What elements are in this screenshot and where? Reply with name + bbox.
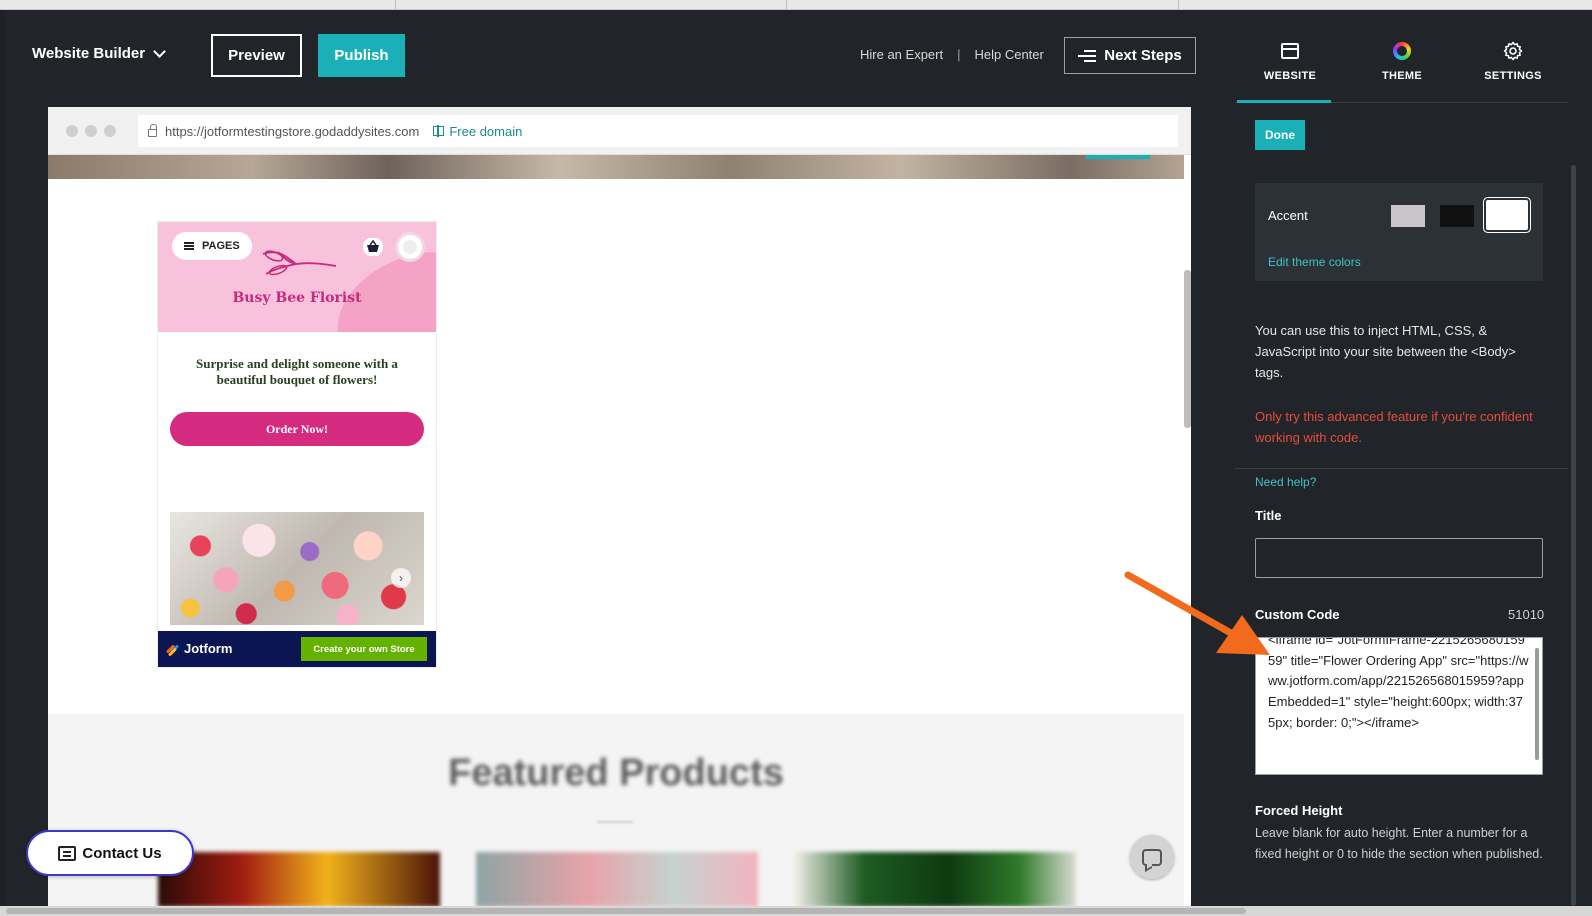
app-header: PAGES Busy Bee Florist xyxy=(158,222,436,332)
gift-icon xyxy=(433,125,445,137)
accent-swatch-white-selected[interactable] xyxy=(1484,198,1530,232)
browser-window-icon xyxy=(1281,43,1299,59)
jotform-footer-bar: Jotform Create your own Store xyxy=(158,631,436,667)
header-links: Hire an Expert | Help Center xyxy=(860,47,1044,62)
hero-image-strip xyxy=(48,155,1184,179)
pages-label: PAGES xyxy=(202,240,240,252)
create-store-button[interactable]: Create your own Store xyxy=(301,637,427,661)
tab-divider xyxy=(395,0,396,10)
website-builder-menu[interactable]: Website Builder xyxy=(32,44,166,62)
chat-icon xyxy=(1142,848,1162,866)
image-next-arrow[interactable]: › xyxy=(391,568,411,588)
annotation-arrow-icon xyxy=(1124,571,1270,655)
embedded-jotform-app[interactable]: PAGES Busy Bee Florist Surprise and deli… xyxy=(158,222,436,667)
tab-website[interactable]: WEBSITE xyxy=(1235,38,1345,82)
forced-height-help: Leave blank for auto height. Enter a num… xyxy=(1255,826,1543,861)
next-steps-button[interactable]: Next Steps xyxy=(1064,37,1196,74)
color-wheel-icon xyxy=(1393,42,1411,60)
url-field: https://jotformtestingstore.godaddysites… xyxy=(138,115,1178,147)
product-image[interactable] xyxy=(158,852,440,907)
accent-swatch-black[interactable] xyxy=(1440,205,1474,227)
contact-us-label: Contact Us xyxy=(82,844,162,862)
preview-scrollbar[interactable] xyxy=(1184,155,1191,907)
site-url: https://jotformtestingstore.godaddysites… xyxy=(165,123,420,139)
featured-products-heading: Featured Products xyxy=(448,752,784,794)
window-dots xyxy=(66,125,116,137)
custom-code-char-count: 51010 xyxy=(1508,607,1545,622)
tab-theme[interactable]: THEME xyxy=(1347,38,1457,82)
publish-button[interactable]: Publish xyxy=(318,34,405,77)
lock-icon xyxy=(148,124,157,137)
jotform-mark-icon xyxy=(165,643,180,657)
basket-icon[interactable] xyxy=(362,238,384,256)
preview-button[interactable]: Preview xyxy=(211,34,302,77)
custom-code-value: <iframe id="JotFormIFrame-22152656801595… xyxy=(1268,637,1529,730)
tab-settings-label: SETTINGS xyxy=(1484,70,1542,82)
jotform-logo: Jotform xyxy=(165,641,233,657)
flower-logo-icon xyxy=(262,250,337,276)
hamburger-icon xyxy=(184,242,194,250)
checklist-icon xyxy=(1078,49,1097,62)
heading-underline xyxy=(597,821,633,823)
jotform-label: Jotform xyxy=(184,641,233,656)
tab-divider xyxy=(786,0,787,10)
product-image[interactable] xyxy=(476,852,758,907)
tab-theme-label: THEME xyxy=(1382,70,1422,82)
chat-bubble-button[interactable] xyxy=(1130,835,1174,879)
custom-code-textarea[interactable]: <iframe id="JotFormIFrame-22152656801595… xyxy=(1255,637,1543,775)
app-tagline: Surprise and delight someone with a beau… xyxy=(196,356,398,387)
help-center-link[interactable]: Help Center xyxy=(974,47,1043,62)
tab-website-label: WEBSITE xyxy=(1263,70,1317,82)
hire-expert-link[interactable]: Hire an Expert xyxy=(860,47,943,62)
panel-tabs: WEBSITE THEME SETTINGS xyxy=(1235,10,1568,103)
advanced-warning: Only try this advanced feature if you're… xyxy=(1255,409,1533,445)
accent-color-picker: Accent Edit theme colors xyxy=(1255,183,1543,281)
free-domain-label: Free domain xyxy=(449,123,523,139)
section-divider xyxy=(1235,468,1568,469)
title-label: Title xyxy=(1255,508,1282,523)
need-help-link[interactable]: Need help? xyxy=(1255,475,1316,489)
free-domain-link[interactable]: Free domain xyxy=(433,124,522,139)
tab-divider xyxy=(1178,0,1179,10)
message-icon xyxy=(58,845,77,861)
bouquet-image: › xyxy=(170,512,424,625)
user-avatar-icon[interactable] xyxy=(395,232,425,262)
pages-menu-button[interactable]: PAGES xyxy=(172,232,252,260)
title-input[interactable] xyxy=(1255,538,1543,578)
chevron-down-icon xyxy=(153,44,166,58)
done-button[interactable]: Done xyxy=(1255,120,1305,150)
edit-theme-colors-link[interactable]: Edit theme colors xyxy=(1268,255,1361,269)
order-now-button[interactable]: Order Now! xyxy=(170,412,424,446)
accent-swatch-grey[interactable] xyxy=(1391,205,1425,227)
active-tab-indicator xyxy=(1237,100,1331,103)
site-preview-frame: https://jotformtestingstore.godaddysites… xyxy=(48,107,1191,907)
app-title: Busy Bee Florist xyxy=(232,290,362,306)
preview-url-bar: https://jotformtestingstore.godaddysites… xyxy=(48,107,1191,155)
horizontal-scrollbar[interactable] xyxy=(0,906,1592,916)
next-steps-label: Next Steps xyxy=(1104,47,1182,64)
gear-icon xyxy=(1503,41,1523,61)
accent-label: Accent xyxy=(1268,208,1308,223)
panel-scrollbar[interactable] xyxy=(1568,10,1592,906)
textarea-scrollbar[interactable] xyxy=(1535,648,1539,760)
product-image[interactable] xyxy=(794,852,1076,907)
tab-settings[interactable]: SETTINGS xyxy=(1458,38,1568,82)
inject-description: You can use this to inject HTML, CSS, & … xyxy=(1255,323,1516,380)
contact-us-button[interactable]: Contact Us xyxy=(26,830,194,876)
settings-panel: WEBSITE THEME SETTINGS Done Accent Edit … xyxy=(1235,10,1592,906)
brand-label: Website Builder xyxy=(32,45,146,62)
link-separator: | xyxy=(957,47,961,62)
forced-height-label: Forced Height xyxy=(1255,803,1343,818)
editor-toolbar: Website Builder Preview Publish Hire an … xyxy=(5,10,1255,100)
browser-tab-strip xyxy=(0,0,1592,10)
